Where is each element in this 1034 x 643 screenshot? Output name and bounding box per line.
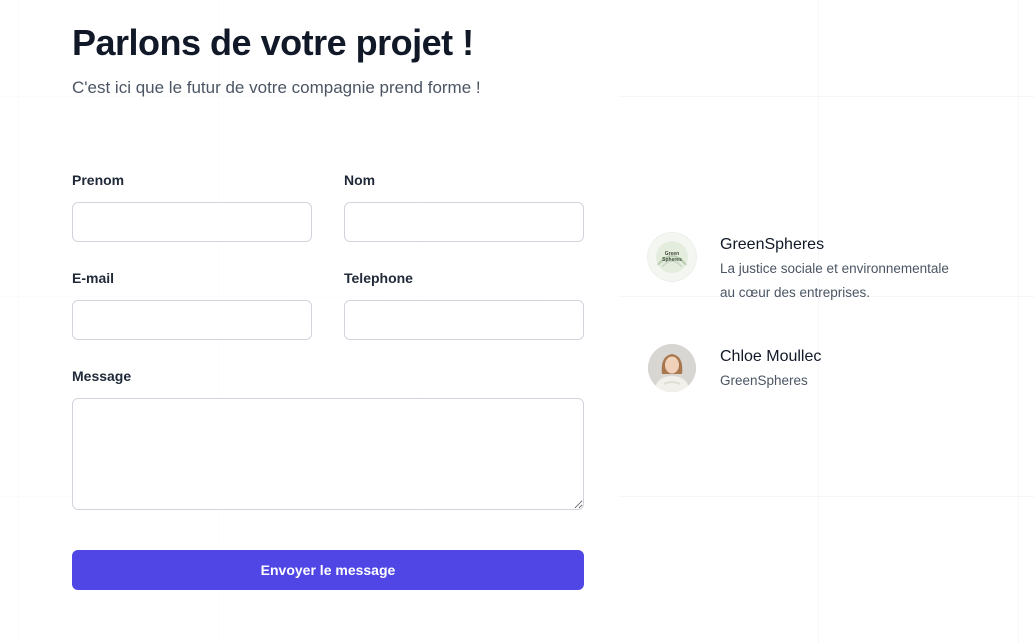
phone-label: Telephone xyxy=(344,270,413,286)
person-avatar xyxy=(648,344,696,392)
company-description-line2: au cœur des entreprises. xyxy=(720,285,871,300)
first-name-label: Prenom xyxy=(72,172,125,188)
person-role: GreenSpheres xyxy=(720,373,808,388)
phone-input[interactable] xyxy=(344,300,584,340)
company-logo: Green Spheres xyxy=(648,233,696,281)
page-title: Parlons de votre projet ! xyxy=(72,22,474,63)
svg-text:Spheres: Spheres xyxy=(662,257,682,263)
page-subtitle: C'est ici que le futur de votre compagni… xyxy=(72,78,481,97)
last-name-input[interactable] xyxy=(344,202,584,242)
person-photo-icon xyxy=(648,344,696,392)
email-input[interactable] xyxy=(72,300,312,340)
company-description-line1: La justice sociale et environnementale xyxy=(720,261,949,276)
message-textarea[interactable] xyxy=(72,398,584,510)
company-name: GreenSpheres xyxy=(720,236,825,253)
message-label: Message xyxy=(72,368,132,384)
person-name: Chloe Moullec xyxy=(720,348,822,365)
email-label: E-mail xyxy=(72,270,115,286)
greenspheres-logo-icon: Green Spheres xyxy=(648,233,696,281)
first-name-input[interactable] xyxy=(72,202,312,242)
last-name-label: Nom xyxy=(344,172,376,188)
send-message-button[interactable]: Envoyer le message xyxy=(72,550,584,590)
contact-page: Parlons de votre projet ! C'est ici que … xyxy=(0,0,1034,643)
